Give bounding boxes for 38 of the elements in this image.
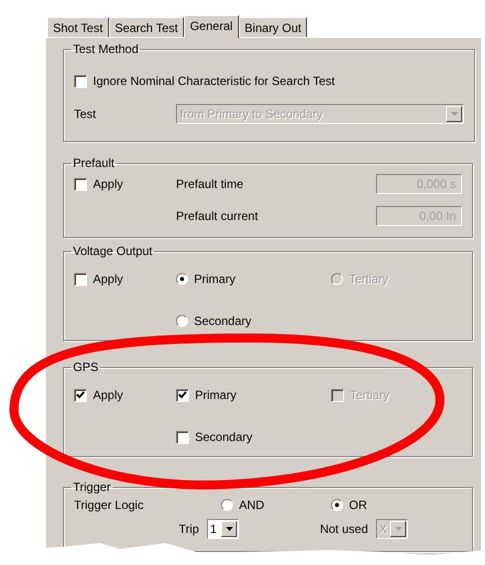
tab[interactable]: Binary Out xyxy=(238,17,308,37)
checkbox[interactable] xyxy=(74,178,87,190)
tab[interactable]: Shot Test xyxy=(47,17,109,37)
checkbox-label[interactable]: Apply xyxy=(93,388,124,402)
checkbox[interactable] xyxy=(74,272,87,286)
group-title: Prefault xyxy=(72,156,116,170)
combo-box[interactable]: 1 xyxy=(207,519,239,539)
field-label: Test xyxy=(74,107,98,121)
checkbox[interactable] xyxy=(176,388,189,402)
tab[interactable]: Search Test xyxy=(108,17,184,37)
field-label: Prefault time xyxy=(176,177,244,191)
checkbox-label[interactable]: Apply xyxy=(93,177,124,191)
field-label: Trip xyxy=(178,522,200,536)
checkbox-label[interactable]: Primary xyxy=(195,388,236,402)
radio-button[interactable] xyxy=(176,273,188,285)
group-title: Test Method xyxy=(72,42,140,56)
checkmark-icon xyxy=(178,391,187,399)
radio-label[interactable]: Primary xyxy=(194,272,236,286)
checkbox-label[interactable]: Ignore Nominal Characteristic for Search Test xyxy=(93,74,335,88)
radio-label[interactable]: AND xyxy=(239,498,264,512)
group-title: Trigger xyxy=(72,480,112,494)
checkbox[interactable] xyxy=(176,430,189,444)
radio-label[interactable]: OR xyxy=(349,498,367,512)
field-label: Prefault current xyxy=(176,209,260,223)
radio-button[interactable] xyxy=(176,315,188,327)
checkbox-label[interactable]: Apply xyxy=(93,272,124,286)
radio-label[interactable]: Secondary xyxy=(194,314,252,328)
checkmark-icon xyxy=(76,391,85,399)
checkbox[interactable] xyxy=(74,388,87,402)
radio-button[interactable] xyxy=(331,499,343,511)
group-title: Voltage Output xyxy=(72,244,154,258)
group-title: GPS xyxy=(72,360,100,374)
checkbox[interactable] xyxy=(74,74,87,88)
field-label: Not used xyxy=(318,522,369,536)
field-label: Trigger Logic xyxy=(74,498,145,512)
radio-button[interactable] xyxy=(221,499,233,511)
tab[interactable]: General xyxy=(184,15,239,38)
checkbox-label[interactable]: Secondary xyxy=(195,430,252,444)
